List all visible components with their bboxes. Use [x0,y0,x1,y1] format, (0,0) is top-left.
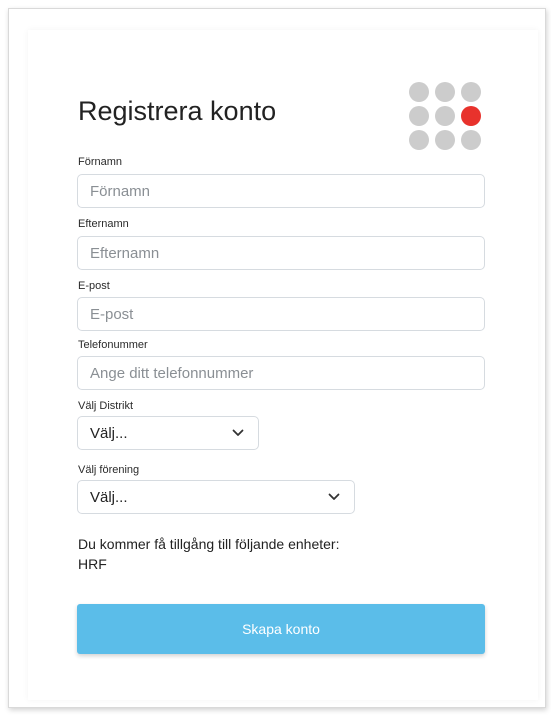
email-label: E-post [78,280,110,292]
district-label: Välj Distrikt [78,400,134,412]
access-info-text: Du kommer få tillgång till följande enhe… [78,536,340,552]
chevron-down-icon [328,493,340,500]
chevron-down-icon [232,429,244,436]
association-select[interactable]: Välj... [77,480,355,514]
page-title: Registrera konto [78,96,277,126]
last-name-input[interactable] [77,236,485,270]
association-label: Välj förening [78,464,140,476]
access-unit: HRF [78,556,107,572]
first-name-input[interactable] [77,174,485,208]
district-select-value: Välj... [90,424,128,442]
association-select-value: Välj... [90,488,128,506]
dot-grid-logo-icon [409,82,481,150]
last-name-label: Efternamn [78,218,129,230]
district-select[interactable]: Välj... [77,416,259,450]
email-input[interactable] [77,297,485,331]
create-account-button[interactable]: Skapa konto [77,604,485,654]
phone-input[interactable] [77,356,485,390]
access-info: Du kommer få tillgång till följande enhe… [78,534,339,574]
first-name-label: Förnamn [78,156,123,168]
phone-label: Telefonummer [78,339,148,351]
